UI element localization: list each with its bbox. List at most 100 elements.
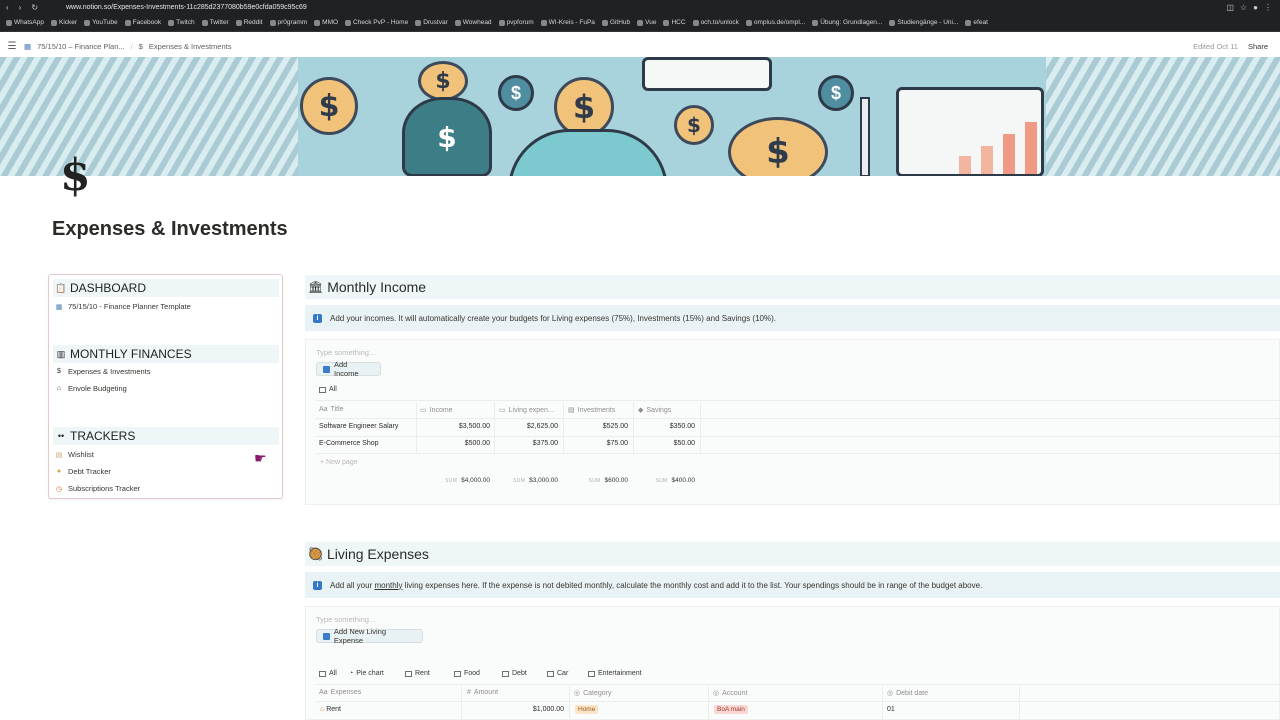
star-icon[interactable]: ☆ — [1240, 3, 1247, 12]
col-title[interactable]: Aa Title — [319, 406, 344, 413]
address-bar[interactable]: www.notion.so/Expenses-Investments-11c28… — [60, 4, 1226, 11]
bookmark-item[interactable]: MMO — [314, 19, 338, 26]
divider — [316, 400, 1280, 401]
cell-living[interactable]: $2,625.00 — [498, 423, 558, 430]
link-finance-planner[interactable]: ▦ 75/15/10 - Finance Planner Template — [55, 302, 191, 311]
add-living-expense-button[interactable]: Add New Living Expense — [316, 627, 423, 645]
bookmark-item[interactable]: Übung: Grundlagen... — [812, 19, 882, 26]
callout-text[interactable]: Add your incomes. It will automatically … — [330, 314, 776, 323]
bookmark-item[interactable]: pr0gramm — [269, 19, 307, 26]
forward-icon[interactable]: › — [19, 3, 22, 12]
bookmark-item[interactable]: efeat — [965, 19, 988, 26]
bookmark-item[interactable]: YouTube — [84, 19, 118, 26]
bookmark-item[interactable]: Check PvP - Home — [345, 19, 408, 26]
tab-pie-chart[interactable]: ◔ Pie chart — [349, 670, 384, 677]
col-amount[interactable]: # Amount — [467, 689, 498, 696]
page-icon-dollar[interactable]: $ — [60, 150, 91, 201]
link-wishlist[interactable]: ▤ Wishlist — [55, 450, 94, 459]
cell-investments[interactable]: $525.00 — [567, 423, 628, 430]
col-category[interactable]: ◎ Category — [574, 689, 612, 698]
tab-car[interactable]: Car — [547, 670, 568, 677]
bookmark-item[interactable]: Reddit — [235, 19, 263, 26]
page-title[interactable]: Expenses & Investments — [52, 218, 288, 241]
bookmark-item[interactable]: omplus.de/ompl... — [745, 19, 805, 26]
bookmark-item[interactable]: WI-Kreis - FuPa — [540, 19, 595, 26]
bookmark-item[interactable]: Kicker — [51, 19, 77, 26]
reload-icon[interactable]: ↻ — [31, 3, 38, 12]
cell-savings[interactable]: $50.00 — [637, 440, 695, 447]
bookmark-item[interactable]: pvpforum — [498, 19, 534, 26]
house-icon: ⌂ — [320, 706, 325, 713]
col-account[interactable]: ◎ Account — [713, 689, 748, 698]
cell-expense[interactable]: ⌂ Rent — [320, 706, 341, 713]
add-income-button[interactable]: Add Income — [316, 360, 381, 378]
cell-living[interactable]: $375.00 — [498, 440, 558, 447]
heading-text[interactable]: Monthly Income — [327, 279, 426, 295]
bookmark-item[interactable]: Twitch — [168, 19, 195, 26]
bookmark-item[interactable]: Wowhead — [454, 19, 492, 26]
bookmark-item[interactable]: och.to/unlock — [692, 19, 739, 26]
link-expenses-investments[interactable]: $ Expenses & Investments — [55, 367, 151, 376]
link-debt-tracker[interactable]: ● Debt Tracker — [55, 467, 111, 476]
new-page-label: New page — [326, 459, 358, 466]
extensions: ◫ ☆ ● ⋮ — [1226, 3, 1280, 12]
col-divider — [569, 686, 570, 720]
col-expenses[interactable]: Aa Expenses — [319, 689, 361, 696]
cell-debit-date[interactable]: 01 — [887, 706, 895, 713]
col-label: Expenses — [330, 689, 362, 696]
callout-text[interactable]: Add all your monthly living expenses her… — [330, 581, 982, 590]
tab-rent[interactable]: Rent — [405, 670, 430, 677]
cell-investments[interactable]: $75.00 — [567, 440, 628, 447]
cell-account[interactable]: BoA main — [714, 705, 748, 714]
tab-all[interactable]: All — [319, 670, 337, 677]
cell-title[interactable]: Software Engineer Salary — [319, 423, 398, 430]
profile-icon[interactable]: ● — [1253, 3, 1258, 12]
link-envole-budgeting[interactable]: ⌂ Envole Budgeting — [55, 384, 127, 393]
bookmark-item[interactable]: GitHub — [601, 19, 631, 26]
col-debit-date[interactable]: ◎ Debit date — [887, 689, 928, 698]
income-placeholder[interactable]: Type something... — [316, 348, 375, 357]
tab-food[interactable]: Food — [454, 670, 480, 677]
menu-dots-icon[interactable]: ⋮ — [1264, 3, 1272, 12]
bookmark-item[interactable]: WhatsApp — [6, 19, 44, 26]
cell-category[interactable]: Home — [575, 705, 599, 714]
share-button[interactable]: Share — [1248, 42, 1268, 51]
bookmark-icon — [6, 19, 12, 26]
bar-chart-icon: ▥ — [56, 348, 66, 359]
bookmark-label: GitHub — [609, 19, 631, 26]
living-placeholder[interactable]: Type something... — [316, 615, 375, 624]
col-investments[interactable]: ▤ Investments — [568, 406, 615, 415]
bookmark-item[interactable]: Twitter — [201, 19, 229, 26]
tab-entertainment[interactable]: Entertainment — [588, 670, 642, 677]
bookmark-item[interactable]: Drustvar — [415, 19, 448, 26]
back-icon[interactable]: ‹ — [6, 3, 9, 12]
heading-text[interactable]: Living Expenses — [327, 546, 429, 562]
cell-income[interactable]: $500.00 — [420, 440, 490, 447]
page-cover[interactable]: $ $ $ $ $ $ $ $ — [0, 57, 1280, 176]
bookmark-item[interactable]: Studiengänge - Uni... — [889, 19, 958, 26]
cell-amount[interactable]: $1,000.00 — [466, 706, 564, 713]
cell-income[interactable]: $3,500.00 — [420, 423, 490, 430]
hamburger-menu-icon[interactable]: ☰ — [0, 41, 24, 52]
col-income[interactable]: ▭ Income — [420, 406, 453, 415]
cell-title[interactable]: E-Commerce Shop — [319, 440, 379, 447]
bookmark-item[interactable]: Vue — [637, 19, 656, 26]
bookmark-item[interactable]: Facebook — [124, 19, 161, 26]
new-page-button[interactable]: + New page — [320, 459, 358, 466]
bookmark-icon — [692, 19, 699, 26]
breadcrumb-parent[interactable]: 75/15/10 – Finance Plan... — [37, 42, 125, 51]
tab-debt[interactable]: Debt — [502, 670, 527, 677]
income-view-all[interactable]: All — [319, 386, 337, 393]
link-subscriptions-tracker[interactable]: ◷ Subscriptions Tracker — [55, 484, 140, 493]
table-icon — [405, 670, 412, 677]
col-label: Account — [722, 689, 748, 697]
col-savings[interactable]: ◆ Savings — [638, 406, 671, 415]
cell-savings[interactable]: $350.00 — [637, 423, 695, 430]
bookmark-item[interactable]: HCC — [663, 19, 686, 26]
bookmark-label: Studiengänge - Uni... — [897, 19, 959, 26]
extension-icon[interactable]: ◫ — [1226, 3, 1234, 12]
pencil-icon — [860, 97, 870, 176]
col-living[interactable]: ▭ Living expen... — [499, 406, 554, 415]
breadcrumb-current[interactable]: Expenses & Investments — [149, 42, 232, 51]
callout-link[interactable]: monthly — [374, 581, 402, 590]
